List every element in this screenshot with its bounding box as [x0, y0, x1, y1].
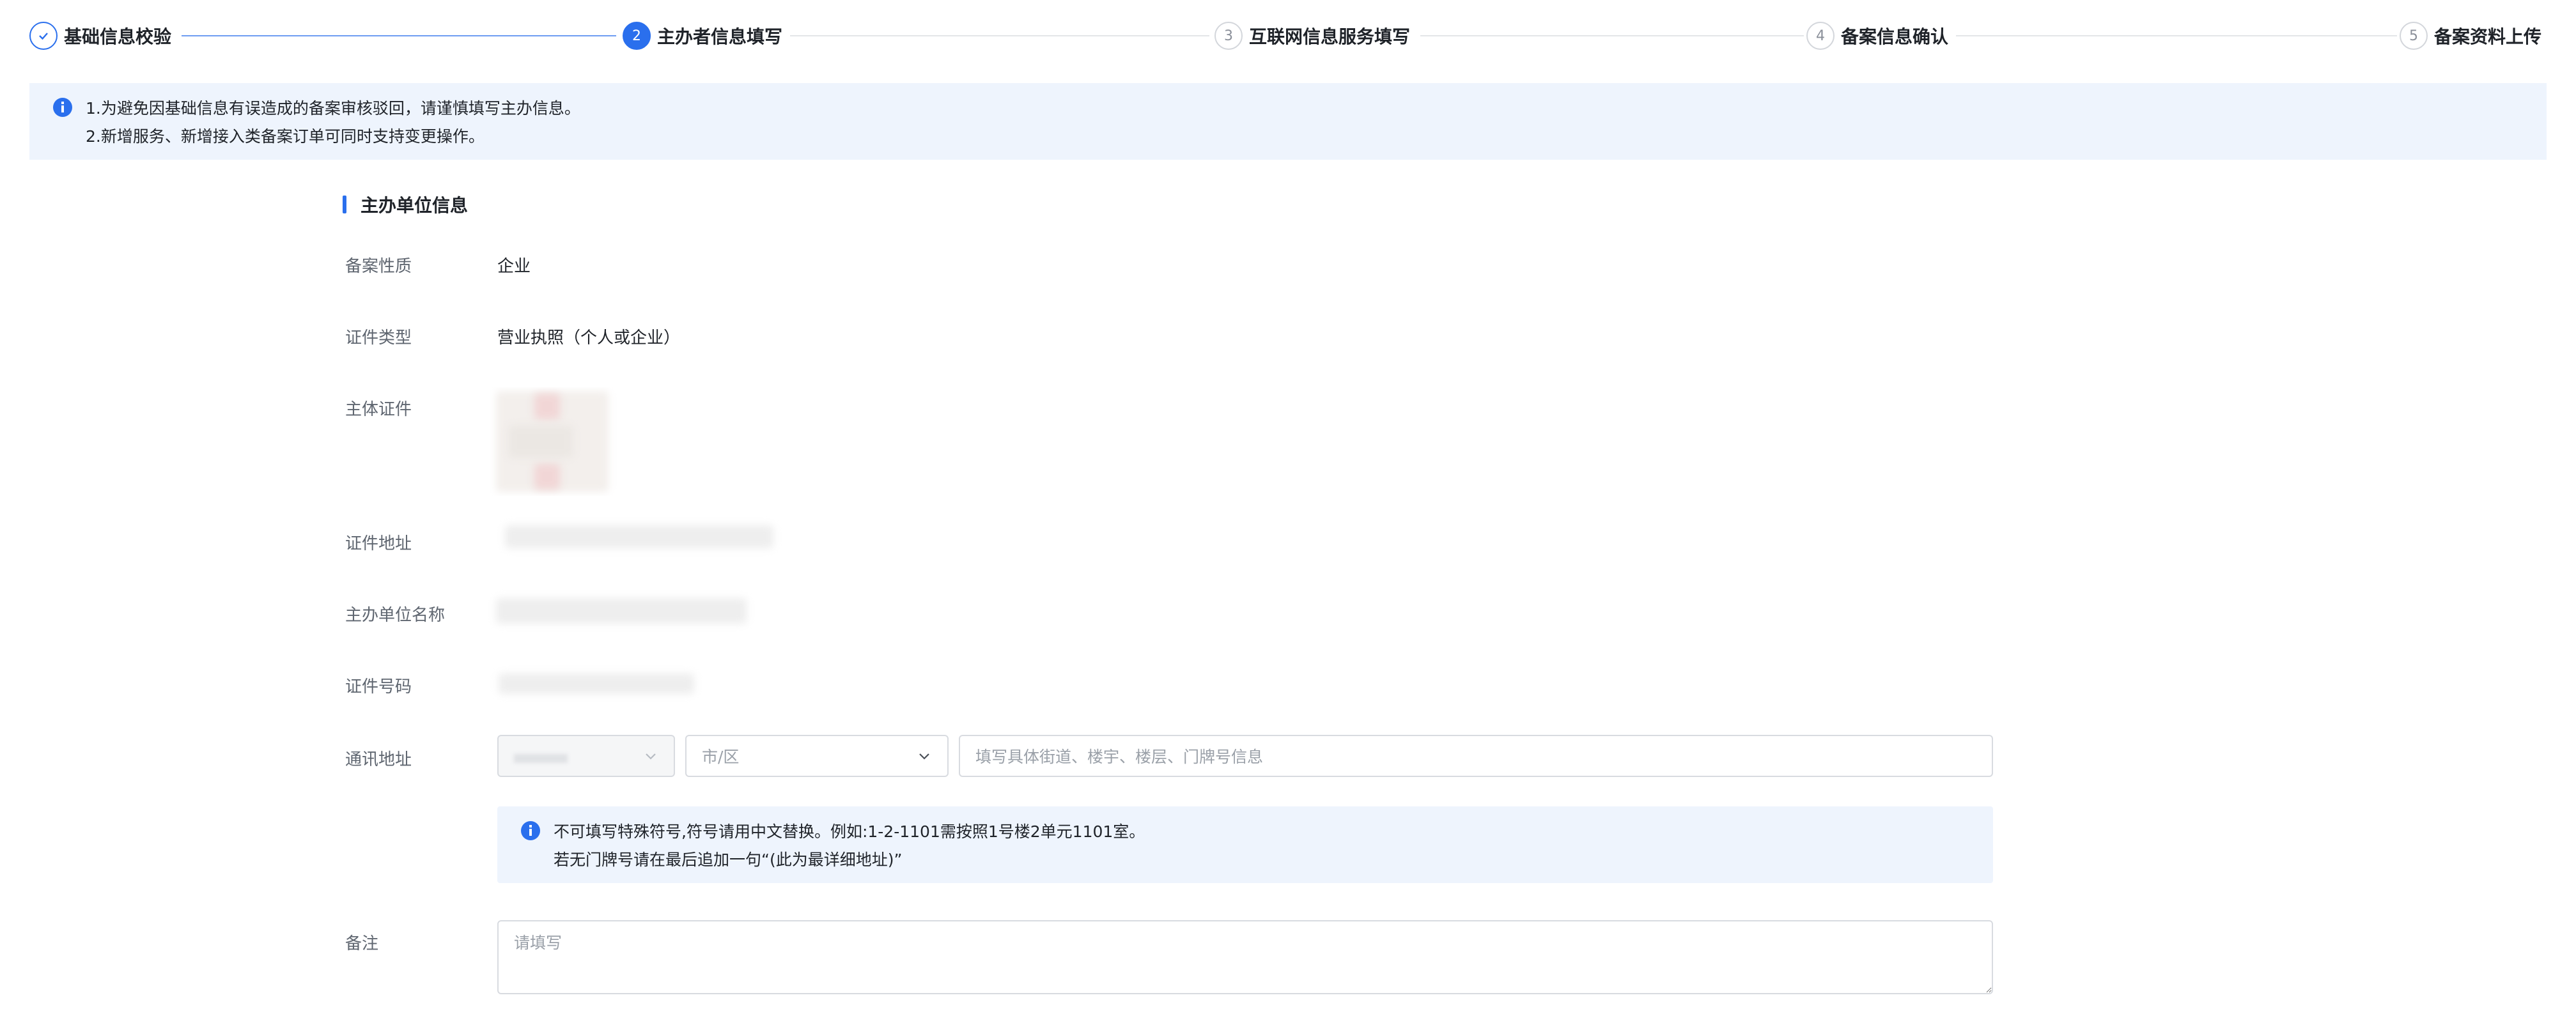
address-tip-line-1: 不可填写特殊符号,符号请用中文替换。例如:1-2-1101需按照1号楼2单元11… — [554, 822, 1145, 841]
province-redacted — [514, 754, 568, 763]
cert-address-label: 证件地址 — [345, 534, 412, 553]
step-label: 备案信息确认 — [1841, 26, 1949, 47]
cert-number-redacted — [499, 673, 694, 694]
step-connector — [182, 35, 616, 36]
section-title-bar — [343, 196, 346, 213]
chevron-down-icon — [915, 748, 933, 768]
section-title-text: 主办单位信息 — [361, 195, 469, 216]
step-3[interactable]: 3 互联网信息服务填写 — [1214, 21, 1410, 50]
step-label: 备案资料上传 — [2434, 26, 2542, 47]
cert-type-value: 营业执照（个人或企业） — [497, 328, 681, 348]
nature-label: 备案性质 — [345, 257, 412, 276]
notice-banner: 1.为避免因基础信息有误造成的备案审核驳回，请谨慎填写主办信息。 2.新增服务、… — [29, 83, 2547, 160]
step-connector — [1420, 35, 1804, 36]
info-icon — [520, 820, 541, 843]
step-number: 2 — [623, 22, 651, 50]
remark-label: 备注 — [345, 934, 379, 953]
steps-bar: 基础信息校验 2 主办者信息填写 3 互联网信息服务填写 4 备案信息确认 5 … — [0, 0, 2576, 70]
nature-value: 企业 — [497, 257, 531, 276]
org-name-redacted — [496, 598, 747, 624]
check-icon — [29, 22, 58, 50]
remark-textarea[interactable] — [497, 920, 1993, 994]
section-title: 主办单位信息 — [343, 192, 468, 217]
step-1[interactable]: 基础信息校验 — [29, 21, 171, 50]
cert-image-thumbnail[interactable] — [490, 387, 617, 496]
org-name-label: 主办单位名称 — [345, 606, 446, 625]
step-number: 5 — [2400, 22, 2428, 50]
cert-type-label: 证件类型 — [345, 328, 412, 348]
address-tip-line-2: 若无门牌号请在最后追加一句“(此为最详细地址)” — [554, 851, 903, 869]
step-5[interactable]: 5 备案资料上传 — [2400, 21, 2541, 50]
step-label: 基础信息校验 — [64, 26, 172, 47]
cert-number-label: 证件号码 — [345, 677, 412, 697]
step-connector — [790, 35, 1209, 36]
notice-line-1: 1.为避免因基础信息有误造成的备案审核驳回，请谨慎填写主办信息。 — [86, 99, 580, 118]
step-number: 4 — [1806, 22, 1835, 50]
city-select[interactable]: 市/区 — [685, 735, 949, 777]
cert-image-label: 主体证件 — [345, 400, 412, 419]
mail-address-label: 通讯地址 — [345, 750, 412, 769]
step-number: 3 — [1214, 22, 1243, 50]
notice-line-2: 2.新增服务、新增接入类备案订单可同时支持变更操作。 — [86, 127, 485, 146]
step-4[interactable]: 4 备案信息确认 — [1806, 21, 1948, 50]
city-select-placeholder: 市/区 — [702, 748, 740, 766]
step-2[interactable]: 2 主办者信息填写 — [623, 21, 782, 50]
address-detail-input[interactable]: 填写具体街道、楼宇、楼层、门牌号信息 — [959, 735, 1993, 777]
cert-address-redacted — [505, 525, 773, 548]
province-select[interactable] — [497, 735, 675, 777]
address-detail-placeholder: 填写具体街道、楼宇、楼层、门牌号信息 — [975, 748, 1264, 766]
step-label: 互联网信息服务填写 — [1249, 26, 1411, 47]
chevron-down-icon — [642, 748, 660, 768]
step-label: 主办者信息填写 — [657, 26, 783, 47]
address-tip: 不可填写特殊符号,符号请用中文替换。例如:1-2-1101需按照1号楼2单元11… — [497, 806, 1993, 883]
step-connector — [1956, 35, 2397, 36]
info-icon — [52, 97, 73, 120]
